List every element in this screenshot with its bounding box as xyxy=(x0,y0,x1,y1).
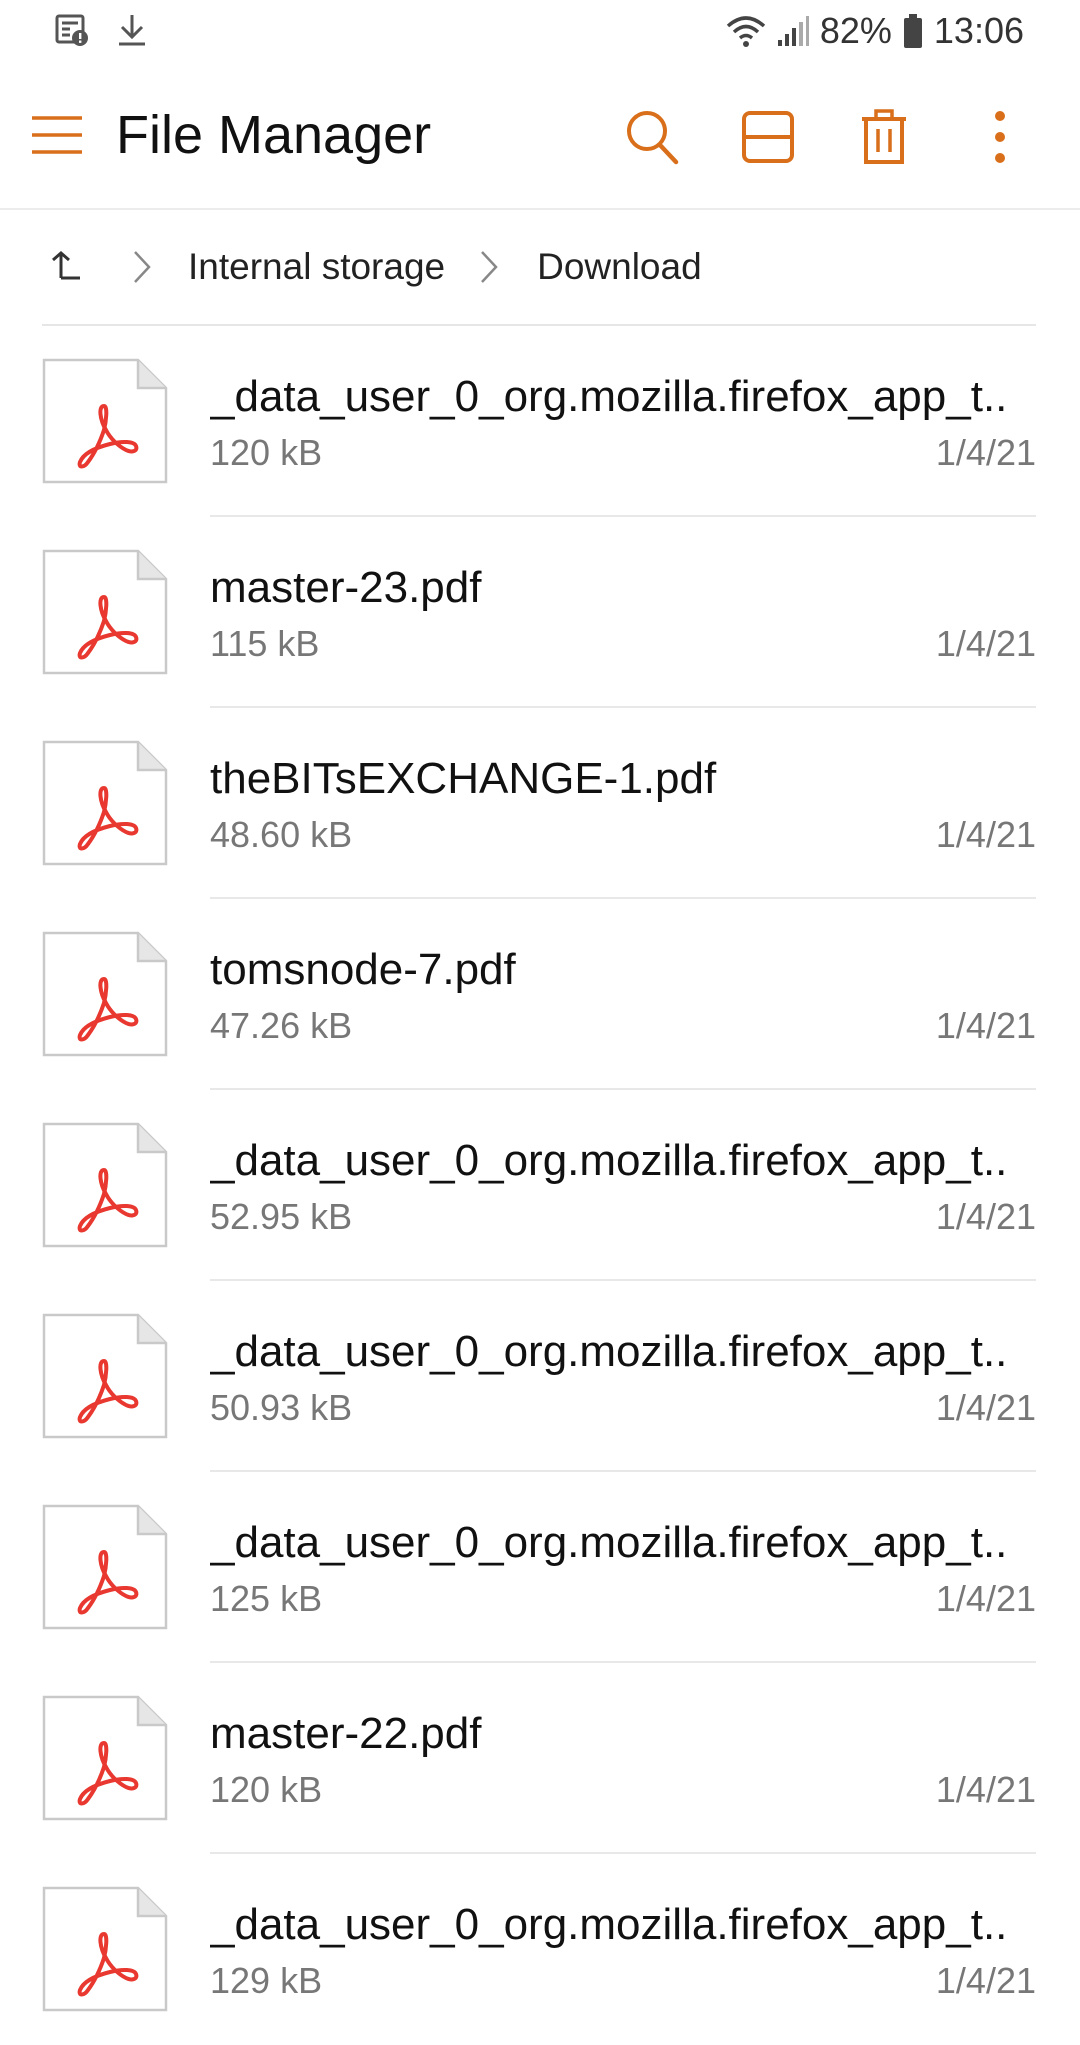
pdf-file-icon xyxy=(42,1504,168,1630)
more-vert-icon xyxy=(995,111,1005,163)
file-name: master-22.pdf xyxy=(210,1709,482,1758)
menu-button[interactable] xyxy=(30,112,84,158)
file-size: 48.60 kB xyxy=(210,814,353,855)
app-bar: File Manager xyxy=(0,66,1080,210)
view-layout-icon xyxy=(742,111,794,163)
file-date: 1/4/21 xyxy=(935,432,1036,473)
file-list-item[interactable]: _data_user_0_org.mozilla.firefox_app_t..… xyxy=(0,326,1080,517)
file-name: theBITsEXCHANGE-1.pdf xyxy=(210,754,717,803)
file-name: _data_user_0_org.mozilla.firefox_app_t.. xyxy=(210,1900,1008,1949)
file-date: 1/4/21 xyxy=(935,623,1036,664)
signal-icon xyxy=(776,14,810,48)
breadcrumb: Internal storage Download xyxy=(42,210,1036,326)
file-date: 1/4/21 xyxy=(935,1960,1036,2001)
chevron-right-icon xyxy=(469,247,509,287)
file-size: 129 kB xyxy=(210,1960,323,2001)
file-name: _data_user_0_org.mozilla.firefox_app_t.. xyxy=(210,1327,1008,1376)
file-size: 120 kB xyxy=(210,1769,323,1810)
file-size: 115 kB xyxy=(210,623,320,664)
delete-button[interactable] xyxy=(849,102,919,172)
file-size: 52.95 kB xyxy=(210,1196,353,1237)
search-button[interactable] xyxy=(617,102,687,172)
search-icon xyxy=(627,111,679,165)
hamburger-menu-icon xyxy=(32,116,82,154)
file-list-item[interactable]: master-23.pdf 115 kB 1/4/21 xyxy=(0,517,1080,708)
file-name: tomsnode-7.pdf xyxy=(210,945,516,994)
pdf-file-icon xyxy=(42,1122,168,1248)
pdf-file-icon xyxy=(42,740,168,866)
file-list-item[interactable]: _data_user_0_org.mozilla.firefox_app_t..… xyxy=(0,1472,1080,1663)
file-list-item[interactable]: _data_user_0_org.mozilla.firefox_app_t..… xyxy=(0,1090,1080,1281)
file-name: _data_user_0_org.mozilla.firefox_app_t.. xyxy=(210,1518,1008,1567)
file-list-item[interactable]: _data_user_0_org.mozilla.firefox_app_t..… xyxy=(0,1854,1080,2045)
view-layout-button[interactable] xyxy=(733,102,803,172)
page-title: File Manager xyxy=(116,105,432,165)
more-options-button[interactable] xyxy=(965,102,1035,172)
battery-icon xyxy=(902,13,924,49)
file-list-item[interactable]: master-22.pdf 120 kB 1/4/21 xyxy=(0,1663,1080,1854)
trash-icon xyxy=(862,109,906,164)
wifi-icon xyxy=(726,14,766,48)
file-list: _data_user_0_org.mozilla.firefox_app_t..… xyxy=(0,326,1080,2045)
pdf-file-icon xyxy=(42,931,168,1057)
arrow-up-icon xyxy=(52,251,80,280)
status-bar: 82% 13:06 xyxy=(0,0,1080,66)
pdf-file-icon xyxy=(42,358,168,484)
breadcrumb-item-download[interactable]: Download xyxy=(537,246,702,288)
file-date: 1/4/21 xyxy=(935,1769,1036,1810)
pdf-file-icon xyxy=(42,1695,168,1821)
navigate-up-button[interactable] xyxy=(46,247,86,287)
chevron-right-icon xyxy=(122,247,162,287)
battery-percent: 82% xyxy=(819,10,892,51)
file-date: 1/4/21 xyxy=(935,1578,1036,1619)
notification-icon xyxy=(54,12,90,48)
pdf-file-icon xyxy=(42,1886,168,2012)
file-size: 125 kB xyxy=(210,1578,323,1619)
file-list-item[interactable]: theBITsEXCHANGE-1.pdf 48.60 kB 1/4/21 xyxy=(0,708,1080,899)
file-size: 47.26 kB xyxy=(210,1005,353,1046)
file-list-item[interactable]: _data_user_0_org.mozilla.firefox_app_t..… xyxy=(0,1281,1080,1472)
breadcrumb-item-internal-storage[interactable]: Internal storage xyxy=(188,246,445,288)
file-date: 1/4/21 xyxy=(935,1387,1036,1428)
file-name: _data_user_0_org.mozilla.firefox_app_t.. xyxy=(210,1136,1008,1185)
pdf-file-icon xyxy=(42,549,168,675)
clock: 13:06 xyxy=(933,10,1024,51)
pdf-file-icon xyxy=(42,1313,168,1439)
download-icon xyxy=(116,12,148,48)
file-date: 1/4/21 xyxy=(935,814,1036,855)
file-name: master-23.pdf xyxy=(210,563,482,612)
file-name: _data_user_0_org.mozilla.firefox_app_t.. xyxy=(210,372,1008,421)
file-size: 50.93 kB xyxy=(210,1387,353,1428)
file-size: 120 kB xyxy=(210,432,323,473)
file-date: 1/4/21 xyxy=(935,1196,1036,1237)
file-list-item[interactable]: tomsnode-7.pdf 47.26 kB 1/4/21 xyxy=(0,899,1080,1090)
file-date: 1/4/21 xyxy=(935,1005,1036,1046)
